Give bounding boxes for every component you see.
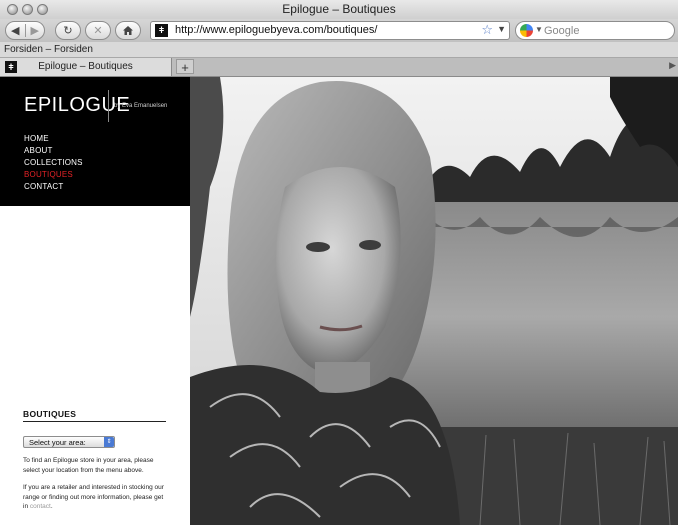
back-forward-group: ◀ ▶ bbox=[5, 21, 45, 40]
stop-icon: ✕ bbox=[93, 25, 103, 37]
chevron-down-icon[interactable]: ▼ bbox=[497, 24, 506, 34]
brand-byline: by Eva Emanuelsen bbox=[114, 103, 168, 109]
nav-item-boutiques[interactable]: BOUTIQUES bbox=[24, 169, 83, 181]
site-favicon-icon: ǂ bbox=[155, 24, 168, 37]
stop-button[interactable]: ✕ bbox=[85, 21, 111, 40]
new-tab-button[interactable]: + bbox=[176, 59, 194, 75]
nav-item-collections[interactable]: COLLECTIONS bbox=[24, 157, 83, 169]
tab-epilogue-boutiques[interactable]: ǂ Epilogue – Boutiques bbox=[0, 58, 172, 76]
browser-toolbar: ◀ ▶ ↻ ✕ ǂ http://www.epiloguebyeva.com/b… bbox=[0, 19, 678, 42]
home-button[interactable] bbox=[115, 21, 141, 40]
star-icon[interactable]: ☆ bbox=[481, 22, 493, 38]
search-input[interactable]: ▼ Google bbox=[515, 21, 675, 40]
hero-photo bbox=[190, 77, 678, 525]
store-finder-text: To find an Epilogue store in your area, … bbox=[23, 457, 154, 474]
nav-item-contact[interactable]: CONTACT bbox=[24, 181, 83, 193]
reload-button[interactable]: ↻ bbox=[55, 21, 81, 40]
main-nav: HOME ABOUT COLLECTIONS BOUTIQUES CONTACT bbox=[24, 133, 83, 193]
back-arrow-icon[interactable]: ◀ bbox=[6, 24, 26, 37]
window-titlebar: Epilogue – Boutiques bbox=[0, 0, 678, 20]
portrait-image bbox=[190, 77, 678, 525]
reload-icon: ↻ bbox=[63, 25, 73, 37]
google-icon[interactable] bbox=[520, 24, 533, 37]
tab-bar: ǂ Epilogue – Boutiques + ▶ bbox=[0, 58, 678, 77]
sidebar-header: EPILOGUE by Eva Emanuelsen HOME ABOUT CO… bbox=[0, 77, 190, 206]
window-title: Epilogue – Boutiques bbox=[282, 2, 396, 16]
tab-overflow-icon[interactable]: ▶ bbox=[669, 60, 676, 71]
web-page: EPILOGUE by Eva Emanuelsen HOME ABOUT CO… bbox=[0, 77, 678, 525]
nav-item-about[interactable]: ABOUT bbox=[24, 145, 83, 157]
retailer-text-end: . bbox=[50, 503, 53, 510]
home-icon bbox=[123, 26, 133, 35]
section-heading: BOUTIQUES bbox=[23, 409, 77, 419]
heading-divider bbox=[23, 421, 166, 422]
contact-link[interactable]: contact bbox=[30, 503, 51, 510]
search-placeholder: Google bbox=[544, 25, 580, 37]
boutiques-section: BOUTIQUES Select your area: ⇕ To find an… bbox=[23, 409, 168, 512]
forward-arrow-icon[interactable]: ▶ bbox=[26, 24, 45, 37]
url-text[interactable]: http://www.epiloguebyeva.com/boutiques/ bbox=[175, 24, 377, 36]
address-bar[interactable]: ǂ http://www.epiloguebyeva.com/boutiques… bbox=[150, 21, 510, 40]
retailer-text: If you are a retailer and interested in … bbox=[23, 483, 168, 512]
nav-item-home[interactable]: HOME bbox=[24, 133, 83, 145]
tab-label: Epilogue – Boutiques bbox=[38, 61, 133, 72]
area-select-value: Select your area: bbox=[29, 438, 86, 447]
chevron-down-icon[interactable]: ▼ bbox=[535, 25, 543, 34]
bookmark-item[interactable]: Forsiden – Forsiden bbox=[4, 44, 93, 55]
brand-divider bbox=[108, 90, 109, 122]
bookmarks-bar: Forsiden – Forsiden bbox=[0, 42, 678, 58]
area-select[interactable]: Select your area: ⇕ bbox=[23, 436, 115, 448]
updown-arrows-icon: ⇕ bbox=[104, 437, 114, 447]
